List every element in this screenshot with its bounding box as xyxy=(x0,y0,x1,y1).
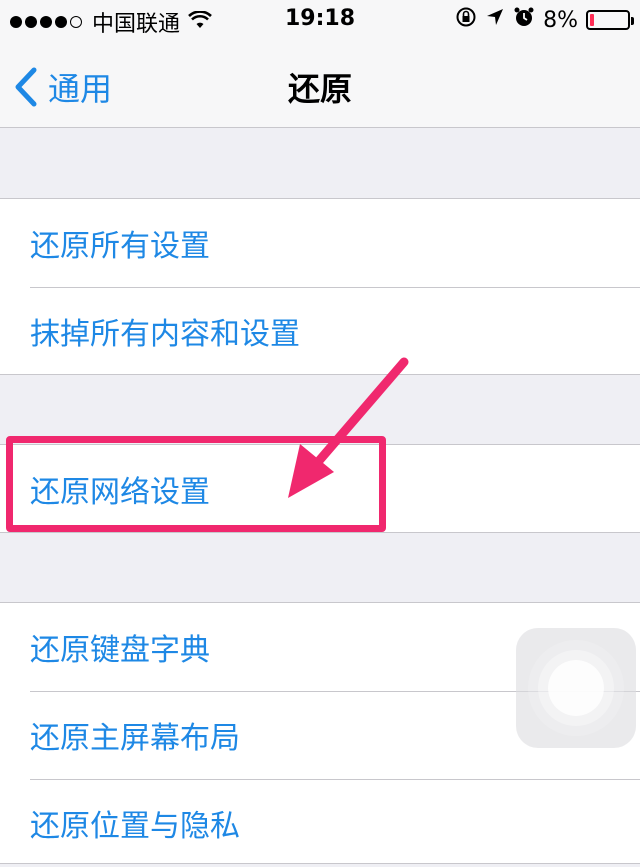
row-label: 还原主屏幕布局 xyxy=(30,721,240,756)
battery-icon xyxy=(586,10,634,30)
assistive-touch-icon xyxy=(548,660,604,716)
erase-all-content-row[interactable]: 抹掉所有内容和设置 xyxy=(0,287,640,375)
row-label: 抹掉所有内容和设置 xyxy=(30,317,300,352)
alarm-icon xyxy=(513,6,535,34)
status-bar: 中国联通 19:18 8% xyxy=(0,0,640,40)
assistive-touch-button[interactable] xyxy=(516,628,636,748)
page-title: 还原 xyxy=(287,70,352,108)
battery-percent: 8% xyxy=(543,7,578,33)
reset-location-privacy-row[interactable]: 还原位置与隐私 xyxy=(0,779,640,867)
row-label: 还原所有设置 xyxy=(30,229,210,264)
location-arrow-icon xyxy=(485,7,505,33)
reset-all-settings-row[interactable]: 还原所有设置 xyxy=(0,199,640,287)
highlight-box xyxy=(6,436,386,532)
row-label: 还原位置与隐私 xyxy=(30,809,240,844)
rotation-lock-icon xyxy=(455,6,477,34)
navigation-bar: 通用 还原 xyxy=(0,40,640,128)
reset-group-1: 还原所有设置 抹掉所有内容和设置 xyxy=(0,198,640,375)
row-label: 还原键盘字典 xyxy=(30,633,210,668)
